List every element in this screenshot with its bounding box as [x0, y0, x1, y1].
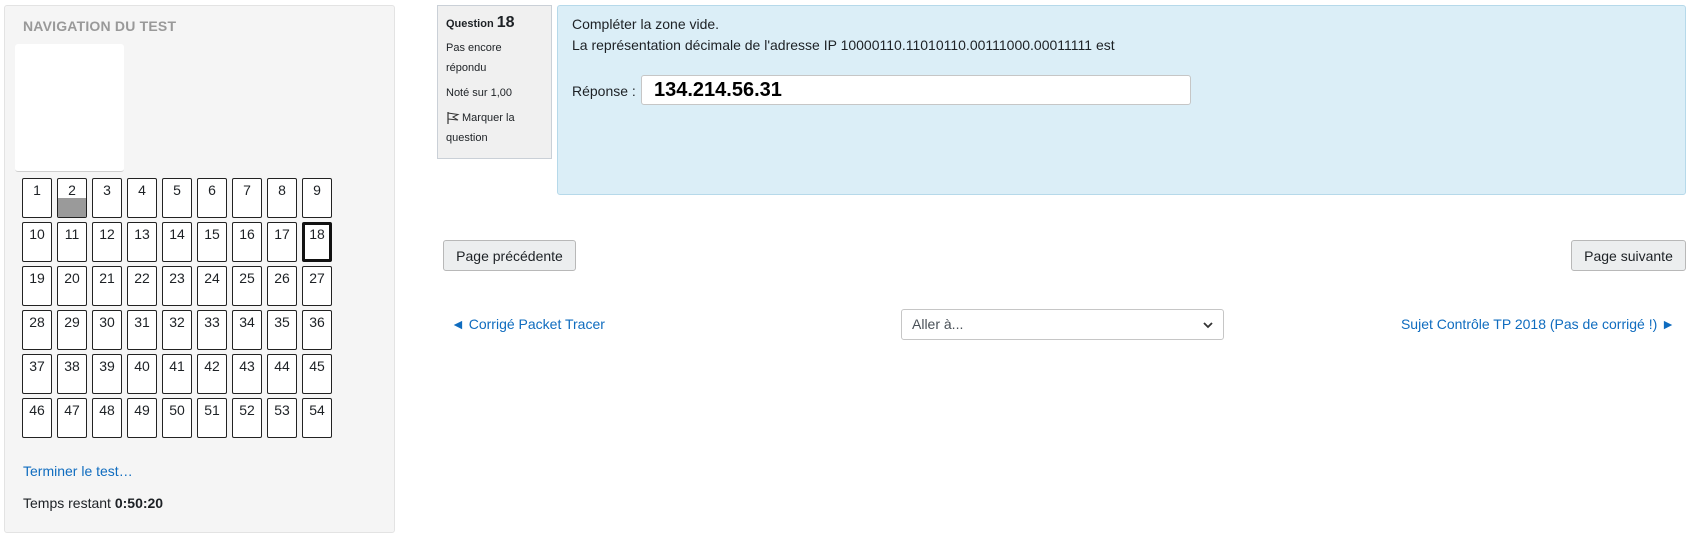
question-nav-button[interactable]: 15 [197, 222, 227, 262]
next-activity-link[interactable]: Sujet Contrôle TP 2018 (Pas de corrigé !… [1401, 316, 1675, 332]
question-nav-button[interactable]: 37 [22, 354, 52, 394]
question-nav-button[interactable]: 39 [92, 354, 122, 394]
question-instruction: Compléter la zone vide. [572, 16, 720, 32]
question-nav-button[interactable]: 28 [22, 310, 52, 350]
previous-page-button[interactable]: Page précédente [443, 240, 576, 271]
question-nav-button[interactable]: 50 [162, 398, 192, 438]
jump-to-activity-select[interactable]: Aller à... [901, 309, 1224, 340]
question-nav-button[interactable]: 38 [57, 354, 87, 394]
question-nav-button[interactable]: 34 [232, 310, 262, 350]
question-number-line: Question 18 [446, 13, 543, 34]
question-nav-button[interactable]: 47 [57, 398, 87, 438]
jump-to-activity-value: Aller à... [912, 316, 964, 332]
question-nav-button[interactable]: 4 [127, 178, 157, 218]
question-nav-button[interactable]: 33 [197, 310, 227, 350]
question-nav-button[interactable]: 51 [197, 398, 227, 438]
question-nav-button[interactable]: 22 [127, 266, 157, 306]
question-nav-button[interactable]: 43 [232, 354, 262, 394]
answer-label: Réponse : [572, 83, 636, 99]
question-nav-button[interactable]: 31 [127, 310, 157, 350]
question-nav-button[interactable]: 29 [57, 310, 87, 350]
question-nav-button[interactable]: 5 [162, 178, 192, 218]
question-nav-button[interactable]: 24 [197, 266, 227, 306]
flag-icon [447, 112, 460, 125]
question-state-line2: répondu [446, 62, 487, 74]
question-nav-button[interactable]: 18 [302, 222, 332, 262]
time-remaining-value: 0:50:20 [114, 495, 164, 511]
question-nav-button[interactable]: 14 [162, 222, 192, 262]
question-nav-button[interactable]: 52 [232, 398, 262, 438]
user-picture [15, 44, 124, 172]
question-nav-button[interactable]: 49 [127, 398, 157, 438]
question-nav-button[interactable]: 32 [162, 310, 192, 350]
question-label: Question [446, 18, 494, 30]
question-nav-button[interactable]: 7 [232, 178, 262, 218]
answer-input[interactable] [641, 75, 1191, 105]
question-nav-button[interactable]: 48 [92, 398, 122, 438]
question-nav-button[interactable]: 8 [267, 178, 297, 218]
question-info: Question 18 Pas encore répondu Noté sur … [437, 5, 552, 159]
question-nav-button[interactable]: 10 [22, 222, 52, 262]
flag-question-toggle[interactable]: Marquer la question [446, 108, 543, 148]
question-nav-button[interactable]: 2 [57, 178, 87, 218]
time-remaining: Temps restant 0:50:20 [23, 495, 163, 511]
question-nav-button[interactable]: 35 [267, 310, 297, 350]
question-content: Compléter la zone vide. La représentatio… [557, 5, 1686, 195]
question-nav-button[interactable]: 53 [267, 398, 297, 438]
chevron-down-icon [1203, 322, 1213, 329]
question-nav-button[interactable]: 1 [22, 178, 52, 218]
question-nav-button[interactable]: 6 [197, 178, 227, 218]
question-state-line1: Pas encore [446, 42, 502, 54]
question-nav-button[interactable]: 16 [232, 222, 262, 262]
next-page-button[interactable]: Page suivante [1571, 240, 1686, 271]
question-nav-button[interactable]: 42 [197, 354, 227, 394]
question-nav-button[interactable]: 54 [302, 398, 332, 438]
question-nav-button[interactable]: 44 [267, 354, 297, 394]
question-text: La représentation décimale de l'adresse … [572, 37, 1115, 53]
question-nav-button[interactable]: 9 [302, 178, 332, 218]
question-nav-button[interactable]: 21 [92, 266, 122, 306]
flag-question-label-line1: Marquer la [462, 112, 515, 124]
previous-activity-link[interactable]: ◄ Corrigé Packet Tracer [451, 316, 605, 332]
question-nav-button[interactable]: 25 [232, 266, 262, 306]
question-nav-button[interactable]: 17 [267, 222, 297, 262]
question-nav-button[interactable]: 23 [162, 266, 192, 306]
question-nav-button[interactable]: 13 [127, 222, 157, 262]
question-nav-button[interactable]: 40 [127, 354, 157, 394]
question-nav-button[interactable]: 46 [22, 398, 52, 438]
question-nav-button[interactable]: 45 [302, 354, 332, 394]
question-nav-button[interactable]: 19 [22, 266, 52, 306]
question-number: 18 [496, 14, 515, 31]
question-nav-button[interactable]: 3 [92, 178, 122, 218]
quiz-navigation-block: NAVIGATION DU TEST 1 2 3 4 5 6 7 8 9 10 11 12 13 14 15… [4, 5, 395, 533]
question-nav-button[interactable]: 27 [302, 266, 332, 306]
question-nav-button[interactable]: 26 [267, 266, 297, 306]
quiz-navigation-title: NAVIGATION DU TEST [23, 18, 177, 34]
question-nav-button[interactable]: 36 [302, 310, 332, 350]
question-nav-button[interactable]: 20 [57, 266, 87, 306]
finish-attempt-link[interactable]: Terminer le test… [23, 463, 133, 479]
flag-question-label-line2: question [446, 132, 488, 144]
question-state: Pas encore répondu [446, 38, 543, 78]
question-nav-button[interactable]: 12 [92, 222, 122, 262]
question-nav-button[interactable]: 41 [162, 354, 192, 394]
question-nav-button[interactable]: 11 [57, 222, 87, 262]
question-nav-button[interactable]: 30 [92, 310, 122, 350]
time-remaining-label: Temps restant [23, 495, 111, 511]
question-grade: Noté sur 1,00 [446, 87, 513, 99]
